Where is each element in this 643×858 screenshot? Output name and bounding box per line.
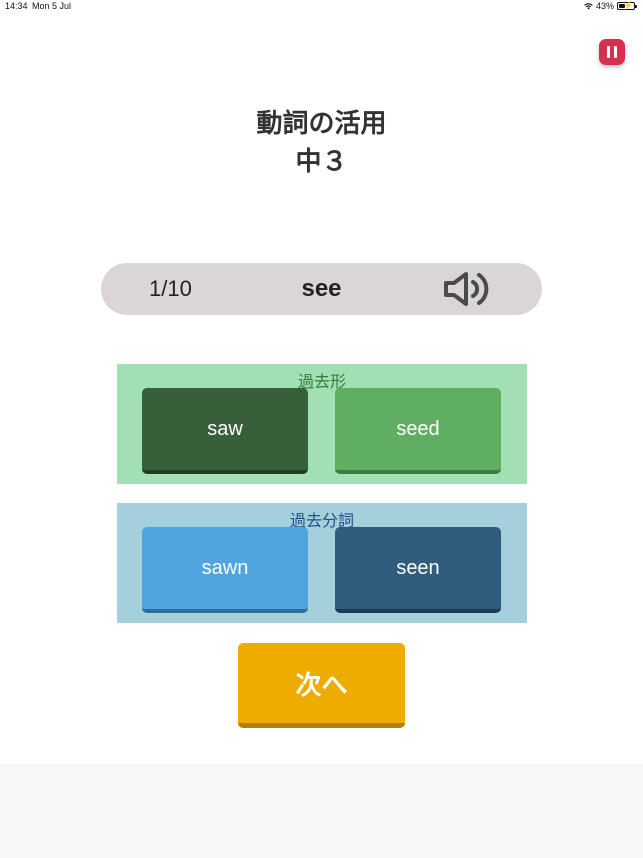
next-button[interactable]: 次へ (238, 643, 405, 728)
charging-icon: ⚡ (623, 1, 633, 10)
grade-label: 中３ (295, 147, 348, 177)
pause-icon-bar (614, 46, 617, 58)
battery-percent: 43% (595, 1, 614, 11)
battery-icon: ⚡ (617, 1, 637, 10)
status-bar: 14:34 Mon 5 Jul 43% ⚡ (0, 0, 643, 14)
question-bar: 1/10 see (101, 263, 542, 315)
footer-band (0, 764, 643, 858)
pp-option-sawn[interactable]: sawn (142, 527, 308, 613)
pp-option-seen[interactable]: seen (335, 527, 501, 613)
status-time: 14:34 (5, 1, 28, 11)
wifi-icon (584, 2, 593, 9)
past-option-saw[interactable]: saw (142, 388, 308, 474)
pause-button[interactable] (599, 39, 625, 65)
past-option-seed[interactable]: seed (335, 388, 501, 474)
pause-icon (607, 46, 610, 58)
status-right: 43% ⚡ (584, 1, 637, 11)
battery-cap (635, 5, 637, 8)
page-title: 動詞の活用 (256, 109, 387, 139)
past-participle-panel: 過去分詞 sawn seen (117, 503, 527, 623)
past-tense-panel: 過去形 saw seed (117, 364, 527, 484)
status-date: Mon 5 Jul (32, 1, 72, 11)
speaker-icon[interactable] (442, 269, 494, 309)
